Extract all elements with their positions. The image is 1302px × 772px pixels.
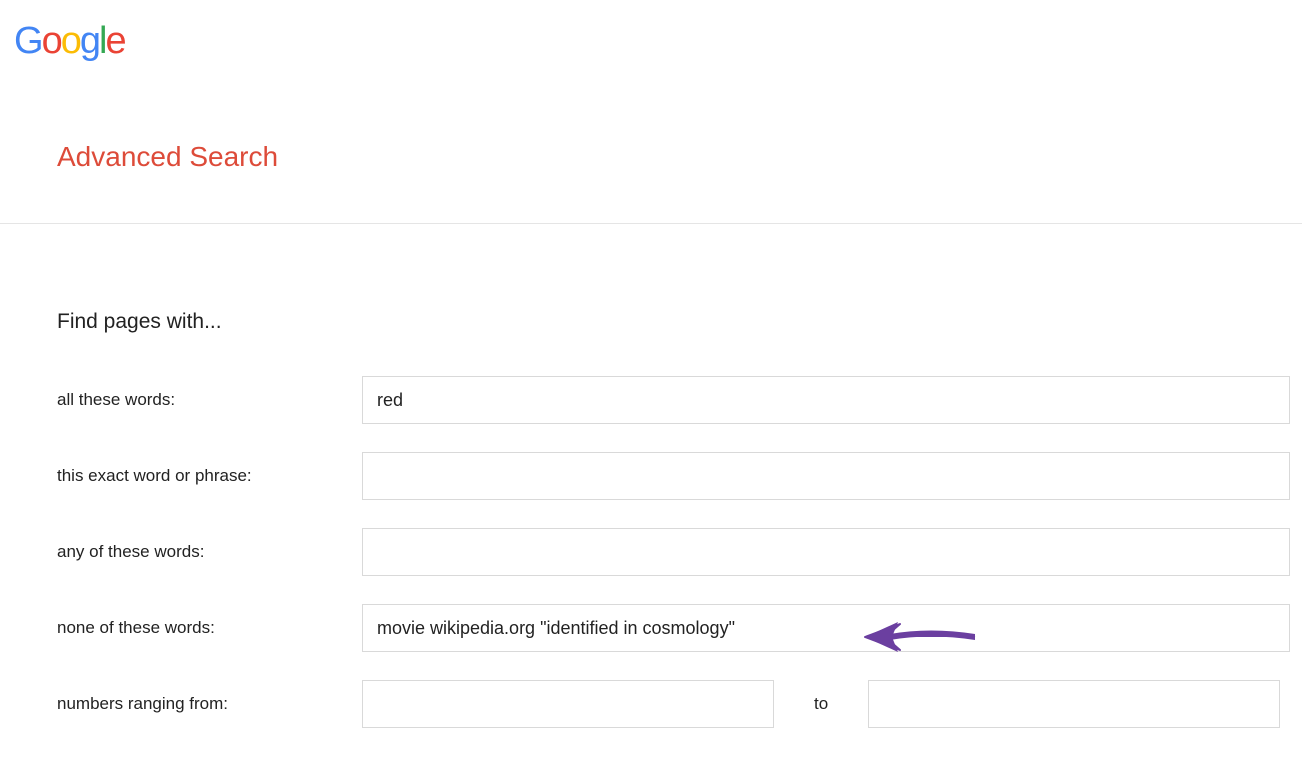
label-numbers-range: numbers ranging from: [57,694,362,714]
row-none-words: none of these words: [57,604,1302,652]
label-exact-phrase: this exact word or phrase: [57,466,362,486]
row-numbers-range: numbers ranging from: to [57,680,1302,728]
logo-letter-o2: o [61,20,80,62]
google-logo[interactable]: Google [14,20,1302,63]
input-any-words[interactable] [362,528,1290,576]
label-any-words: any of these words: [57,542,362,562]
input-none-words[interactable] [362,604,1290,652]
logo-letter-g2: g [80,20,99,62]
label-all-words: all these words: [57,390,362,410]
logo-letter-g1: G [14,20,42,62]
input-all-words[interactable] [362,376,1290,424]
label-to: to [774,694,868,714]
logo-letter-e: e [105,20,124,62]
section-heading: Find pages with... [57,310,1302,334]
logo-letter-o1: o [42,20,61,62]
input-numbers-to[interactable] [868,680,1280,728]
row-all-words: all these words: [57,376,1302,424]
label-none-words: none of these words: [57,618,362,638]
input-exact-phrase[interactable] [362,452,1290,500]
row-any-words: any of these words: [57,528,1302,576]
page-title: Advanced Search [57,141,1302,173]
input-numbers-from[interactable] [362,680,774,728]
row-exact-phrase: this exact word or phrase: [57,452,1302,500]
